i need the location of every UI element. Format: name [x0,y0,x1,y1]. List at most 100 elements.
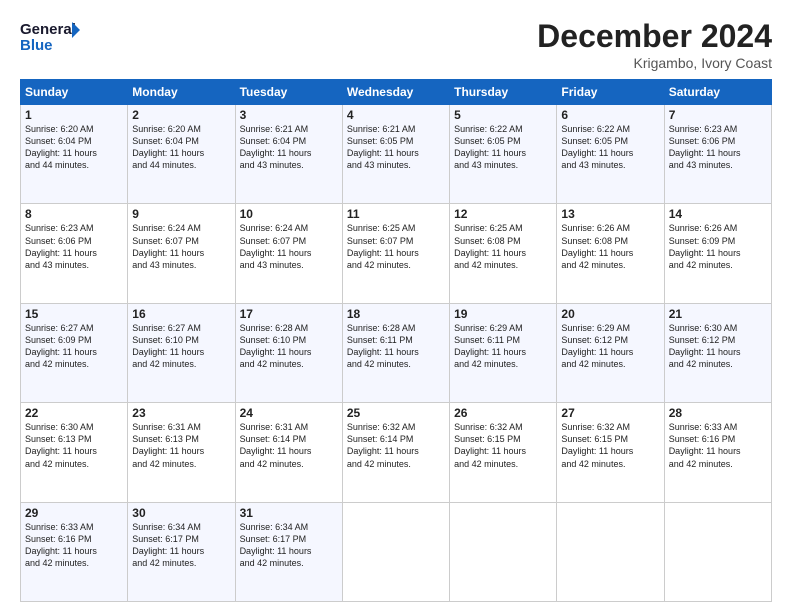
day-number: 6 [561,108,659,122]
calendar-cell: 16Sunrise: 6:27 AM Sunset: 6:10 PM Dayli… [128,303,235,402]
day-info: Sunrise: 6:29 AM Sunset: 6:11 PM Dayligh… [454,322,552,371]
calendar-cell [557,502,664,601]
day-number: 24 [240,406,338,420]
calendar-cell: 17Sunrise: 6:28 AM Sunset: 6:10 PM Dayli… [235,303,342,402]
day-number: 13 [561,207,659,221]
day-info: Sunrise: 6:31 AM Sunset: 6:14 PM Dayligh… [240,421,338,470]
day-header-saturday: Saturday [664,80,771,105]
day-number: 3 [240,108,338,122]
day-number: 7 [669,108,767,122]
day-number: 23 [132,406,230,420]
calendar-cell: 29Sunrise: 6:33 AM Sunset: 6:16 PM Dayli… [21,502,128,601]
day-number: 16 [132,307,230,321]
calendar-cell: 25Sunrise: 6:32 AM Sunset: 6:14 PM Dayli… [342,403,449,502]
month-title: December 2024 [537,18,772,55]
day-info: Sunrise: 6:23 AM Sunset: 6:06 PM Dayligh… [25,222,123,271]
calendar-cell: 6Sunrise: 6:22 AM Sunset: 6:05 PM Daylig… [557,105,664,204]
day-info: Sunrise: 6:26 AM Sunset: 6:08 PM Dayligh… [561,222,659,271]
calendar-cell: 11Sunrise: 6:25 AM Sunset: 6:07 PM Dayli… [342,204,449,303]
calendar-cell: 12Sunrise: 6:25 AM Sunset: 6:08 PM Dayli… [450,204,557,303]
calendar-cell: 8Sunrise: 6:23 AM Sunset: 6:06 PM Daylig… [21,204,128,303]
calendar-cell: 9Sunrise: 6:24 AM Sunset: 6:07 PM Daylig… [128,204,235,303]
day-number: 20 [561,307,659,321]
title-section: December 2024 Krigambo, Ivory Coast [537,18,772,71]
calendar-cell: 26Sunrise: 6:32 AM Sunset: 6:15 PM Dayli… [450,403,557,502]
day-number: 12 [454,207,552,221]
day-info: Sunrise: 6:27 AM Sunset: 6:10 PM Dayligh… [132,322,230,371]
day-info: Sunrise: 6:31 AM Sunset: 6:13 PM Dayligh… [132,421,230,470]
day-info: Sunrise: 6:34 AM Sunset: 6:17 PM Dayligh… [132,521,230,570]
calendar-cell: 7Sunrise: 6:23 AM Sunset: 6:06 PM Daylig… [664,105,771,204]
calendar-cell: 28Sunrise: 6:33 AM Sunset: 6:16 PM Dayli… [664,403,771,502]
calendar-cell: 5Sunrise: 6:22 AM Sunset: 6:05 PM Daylig… [450,105,557,204]
day-number: 30 [132,506,230,520]
day-info: Sunrise: 6:26 AM Sunset: 6:09 PM Dayligh… [669,222,767,271]
day-number: 27 [561,406,659,420]
calendar-cell: 1Sunrise: 6:20 AM Sunset: 6:04 PM Daylig… [21,105,128,204]
calendar-cell: 18Sunrise: 6:28 AM Sunset: 6:11 PM Dayli… [342,303,449,402]
logo: General Blue [20,18,80,54]
day-info: Sunrise: 6:20 AM Sunset: 6:04 PM Dayligh… [132,123,230,172]
calendar-cell: 20Sunrise: 6:29 AM Sunset: 6:12 PM Dayli… [557,303,664,402]
calendar-table: SundayMondayTuesdayWednesdayThursdayFrid… [20,79,772,602]
day-header-sunday: Sunday [21,80,128,105]
day-info: Sunrise: 6:21 AM Sunset: 6:05 PM Dayligh… [347,123,445,172]
day-number: 8 [25,207,123,221]
calendar-cell [342,502,449,601]
day-header-monday: Monday [128,80,235,105]
day-header-tuesday: Tuesday [235,80,342,105]
day-info: Sunrise: 6:27 AM Sunset: 6:09 PM Dayligh… [25,322,123,371]
page: General Blue December 2024 Krigambo, Ivo… [0,0,792,612]
day-number: 10 [240,207,338,221]
day-info: Sunrise: 6:22 AM Sunset: 6:05 PM Dayligh… [454,123,552,172]
day-info: Sunrise: 6:22 AM Sunset: 6:05 PM Dayligh… [561,123,659,172]
header: General Blue December 2024 Krigambo, Ivo… [20,18,772,71]
calendar-cell: 21Sunrise: 6:30 AM Sunset: 6:12 PM Dayli… [664,303,771,402]
day-number: 19 [454,307,552,321]
day-number: 28 [669,406,767,420]
day-number: 26 [454,406,552,420]
calendar-cell: 4Sunrise: 6:21 AM Sunset: 6:05 PM Daylig… [342,105,449,204]
calendar-cell: 14Sunrise: 6:26 AM Sunset: 6:09 PM Dayli… [664,204,771,303]
day-number: 11 [347,207,445,221]
day-number: 15 [25,307,123,321]
day-number: 21 [669,307,767,321]
location: Krigambo, Ivory Coast [537,55,772,71]
day-info: Sunrise: 6:24 AM Sunset: 6:07 PM Dayligh… [132,222,230,271]
calendar-cell: 31Sunrise: 6:34 AM Sunset: 6:17 PM Dayli… [235,502,342,601]
day-header-friday: Friday [557,80,664,105]
calendar-cell: 24Sunrise: 6:31 AM Sunset: 6:14 PM Dayli… [235,403,342,502]
day-info: Sunrise: 6:33 AM Sunset: 6:16 PM Dayligh… [669,421,767,470]
day-number: 1 [25,108,123,122]
day-info: Sunrise: 6:34 AM Sunset: 6:17 PM Dayligh… [240,521,338,570]
day-number: 9 [132,207,230,221]
day-number: 14 [669,207,767,221]
day-number: 18 [347,307,445,321]
day-info: Sunrise: 6:29 AM Sunset: 6:12 PM Dayligh… [561,322,659,371]
day-number: 31 [240,506,338,520]
day-number: 2 [132,108,230,122]
day-info: Sunrise: 6:24 AM Sunset: 6:07 PM Dayligh… [240,222,338,271]
day-info: Sunrise: 6:20 AM Sunset: 6:04 PM Dayligh… [25,123,123,172]
day-header-thursday: Thursday [450,80,557,105]
calendar-cell: 13Sunrise: 6:26 AM Sunset: 6:08 PM Dayli… [557,204,664,303]
day-info: Sunrise: 6:28 AM Sunset: 6:11 PM Dayligh… [347,322,445,371]
day-info: Sunrise: 6:32 AM Sunset: 6:15 PM Dayligh… [454,421,552,470]
day-number: 17 [240,307,338,321]
calendar-cell: 23Sunrise: 6:31 AM Sunset: 6:13 PM Dayli… [128,403,235,502]
day-number: 29 [25,506,123,520]
calendar-cell: 15Sunrise: 6:27 AM Sunset: 6:09 PM Dayli… [21,303,128,402]
day-number: 25 [347,406,445,420]
day-info: Sunrise: 6:30 AM Sunset: 6:13 PM Dayligh… [25,421,123,470]
calendar-cell: 30Sunrise: 6:34 AM Sunset: 6:17 PM Dayli… [128,502,235,601]
day-info: Sunrise: 6:32 AM Sunset: 6:15 PM Dayligh… [561,421,659,470]
day-info: Sunrise: 6:25 AM Sunset: 6:07 PM Dayligh… [347,222,445,271]
logo-svg: General Blue [20,18,80,54]
day-number: 22 [25,406,123,420]
day-header-wednesday: Wednesday [342,80,449,105]
calendar-cell: 10Sunrise: 6:24 AM Sunset: 6:07 PM Dayli… [235,204,342,303]
day-number: 5 [454,108,552,122]
calendar-cell: 3Sunrise: 6:21 AM Sunset: 6:04 PM Daylig… [235,105,342,204]
day-info: Sunrise: 6:28 AM Sunset: 6:10 PM Dayligh… [240,322,338,371]
svg-text:Blue: Blue [20,37,53,54]
